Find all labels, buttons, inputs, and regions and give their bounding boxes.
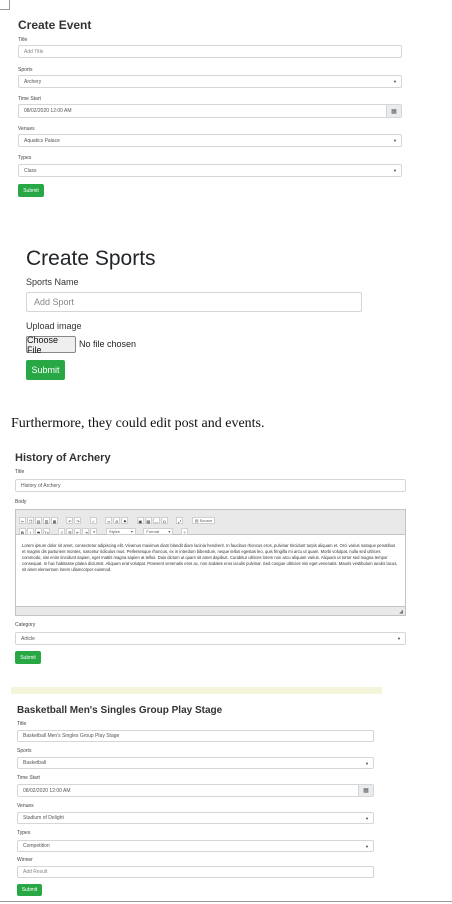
source-button[interactable]: ▤ Source [191, 517, 216, 525]
source-icon: ▤ [194, 518, 199, 524]
chevron-down-icon: ▾ [168, 529, 171, 535]
blockquote-icon[interactable]: ❝ [90, 528, 98, 536]
edit-types-value: Competition [23, 843, 50, 849]
sports-name-label: Sports Name [26, 277, 79, 287]
edit-venues-select[interactable]: Stadium of Delight ▼ [17, 812, 374, 824]
bottom-divider [0, 901, 452, 902]
chevron-down-icon: ▼ [365, 843, 369, 849]
indent-icon[interactable]: ⇥ [82, 528, 90, 536]
event-venues-label: Venues [18, 126, 35, 132]
edit-types-select[interactable]: Competition ▼ [17, 840, 374, 852]
remove-format-icon[interactable]: Tx [43, 528, 50, 536]
event-submit-button[interactable]: Submit [18, 184, 44, 197]
resize-handle-icon[interactable]: ◢ [399, 609, 403, 615]
sports-form-heading: Create Sports [26, 247, 156, 270]
chevron-down-icon: ▼ [365, 760, 369, 766]
event-sports-label: Sports [18, 67, 33, 73]
event-time-input[interactable]: 08/02/2020 12:00 AM ▦ [18, 104, 402, 118]
chevron-down-icon: ▼ [393, 79, 397, 84]
edit-title-value: Basketball Men's Singles Group Play Stag… [23, 733, 120, 739]
no-file-text: No file chosen [79, 339, 137, 349]
styles-dropdown[interactable]: Styles ▾ [105, 528, 136, 536]
styles-label: Styles [108, 529, 120, 535]
numbered-list-icon[interactable]: ≡ [58, 528, 66, 536]
post-title-input[interactable]: History of Archery [15, 479, 406, 492]
editor-status-bar: ◢ [16, 606, 405, 615]
event-form-heading: Create Event [18, 18, 92, 32]
chevron-down-icon: ▾ [130, 529, 133, 535]
post-title-value: History of Archery [21, 482, 61, 489]
calendar-icon[interactable]: ▦ [386, 105, 401, 117]
post-title-label: Title [15, 469, 25, 475]
format-dropdown[interactable]: Format ▾ [143, 528, 174, 536]
chevron-down-icon: ▼ [393, 138, 397, 143]
post-category-select[interactable]: Article ▼ [15, 632, 406, 645]
event-time-label: Time Start [18, 96, 41, 102]
source-label: Source [199, 518, 213, 524]
edit-winner-label: Winner [17, 857, 33, 863]
post-category-label: Category [15, 622, 36, 628]
corner-box [0, 0, 10, 10]
post-submit-button[interactable]: Submit [15, 651, 41, 664]
edit-winner-input[interactable]: Add Result [17, 866, 374, 878]
strike-icon[interactable]: S [35, 528, 42, 536]
narrative-text: Furthermore, they could edit post and ev… [11, 416, 265, 431]
separator-strip [11, 687, 382, 694]
edit-sports-value: Basketball [23, 760, 47, 766]
sports-name-placeholder: Add Sport [34, 297, 75, 307]
choose-file-button[interactable]: Choose File [26, 335, 76, 355]
editor-body-text[interactable]: Lorem ipsum dolor sit amet, consectetur … [16, 535, 405, 603]
post-body-label: Body [15, 499, 27, 505]
edit-types-label: Types [17, 830, 31, 836]
event-title-label: Title [18, 37, 28, 43]
rich-text-editor[interactable]: ✂ ❐ ▤ ▥ ▦ ↶ ↷ ✓ ∞ ⊘ ⚑ ▣ ▦ ― Ω ⤢ ▤ Source B I S Tx [15, 509, 406, 616]
sports-submit-button[interactable]: Submit [26, 360, 65, 380]
outdent-icon[interactable]: ⇤ [74, 528, 82, 536]
edit-time-input[interactable]: 08/02/2020 12:00 AM ▦ [17, 784, 374, 797]
event-time-value: 08/02/2020 12:00 AM [24, 108, 72, 114]
bold-icon[interactable]: B [19, 528, 26, 536]
event-sports-value: Archery [24, 78, 42, 85]
edit-time-label: Time Start [17, 775, 40, 781]
chevron-down-icon: ▼ [393, 168, 397, 173]
sports-name-input[interactable]: Add Sport [26, 292, 362, 312]
event-title-placeholder: Add Title [24, 48, 44, 55]
edit-time-value: 08/02/2020 12:00 AM [23, 787, 71, 794]
format-label: Format [146, 529, 160, 535]
event-venues-select[interactable]: Aquatics Palace ▼ [18, 134, 402, 147]
help-icon[interactable]: ? [180, 528, 188, 536]
event-types-value: Class [24, 167, 37, 174]
edit-sports-select[interactable]: Basketball ▼ [17, 757, 374, 769]
chevron-down-icon: ▼ [397, 636, 401, 641]
event-venues-value: Aquatics Palace [24, 137, 60, 144]
editor-toolbar: ✂ ❐ ▤ ▥ ▦ ↶ ↷ ✓ ∞ ⊘ ⚑ ▣ ▦ ― Ω ⤢ ▤ Source B I S Tx [16, 510, 405, 536]
edit-winner-placeholder: Add Result [23, 869, 48, 875]
post-category-value: Article [21, 635, 35, 642]
upload-image-label: Upload image [26, 321, 82, 331]
edit-title-input[interactable]: Basketball Men's Singles Group Play Stag… [17, 730, 374, 742]
event-sports-select[interactable]: Archery ▼ [18, 75, 402, 88]
event-types-select[interactable]: Class ▼ [18, 164, 402, 177]
bulleted-list-icon[interactable]: ☰ [66, 528, 74, 536]
event-title-input[interactable]: Add Title [18, 45, 402, 58]
edit-submit-button[interactable]: Submit [17, 884, 42, 896]
edit-venues-label: Venues [17, 803, 34, 809]
italic-icon[interactable]: I [27, 528, 34, 536]
calendar-icon[interactable]: ▦ [358, 785, 373, 796]
event-types-label: Types [18, 155, 32, 161]
edit-event-heading: Basketball Men's Singles Group Play Stag… [17, 705, 223, 716]
edit-venues-value: Stadium of Delight [23, 815, 64, 821]
chevron-down-icon: ▼ [365, 815, 369, 821]
post-form-heading: History of Archery [15, 452, 111, 464]
edit-title-label: Title [17, 721, 27, 727]
edit-sports-label: Sports [17, 748, 32, 754]
